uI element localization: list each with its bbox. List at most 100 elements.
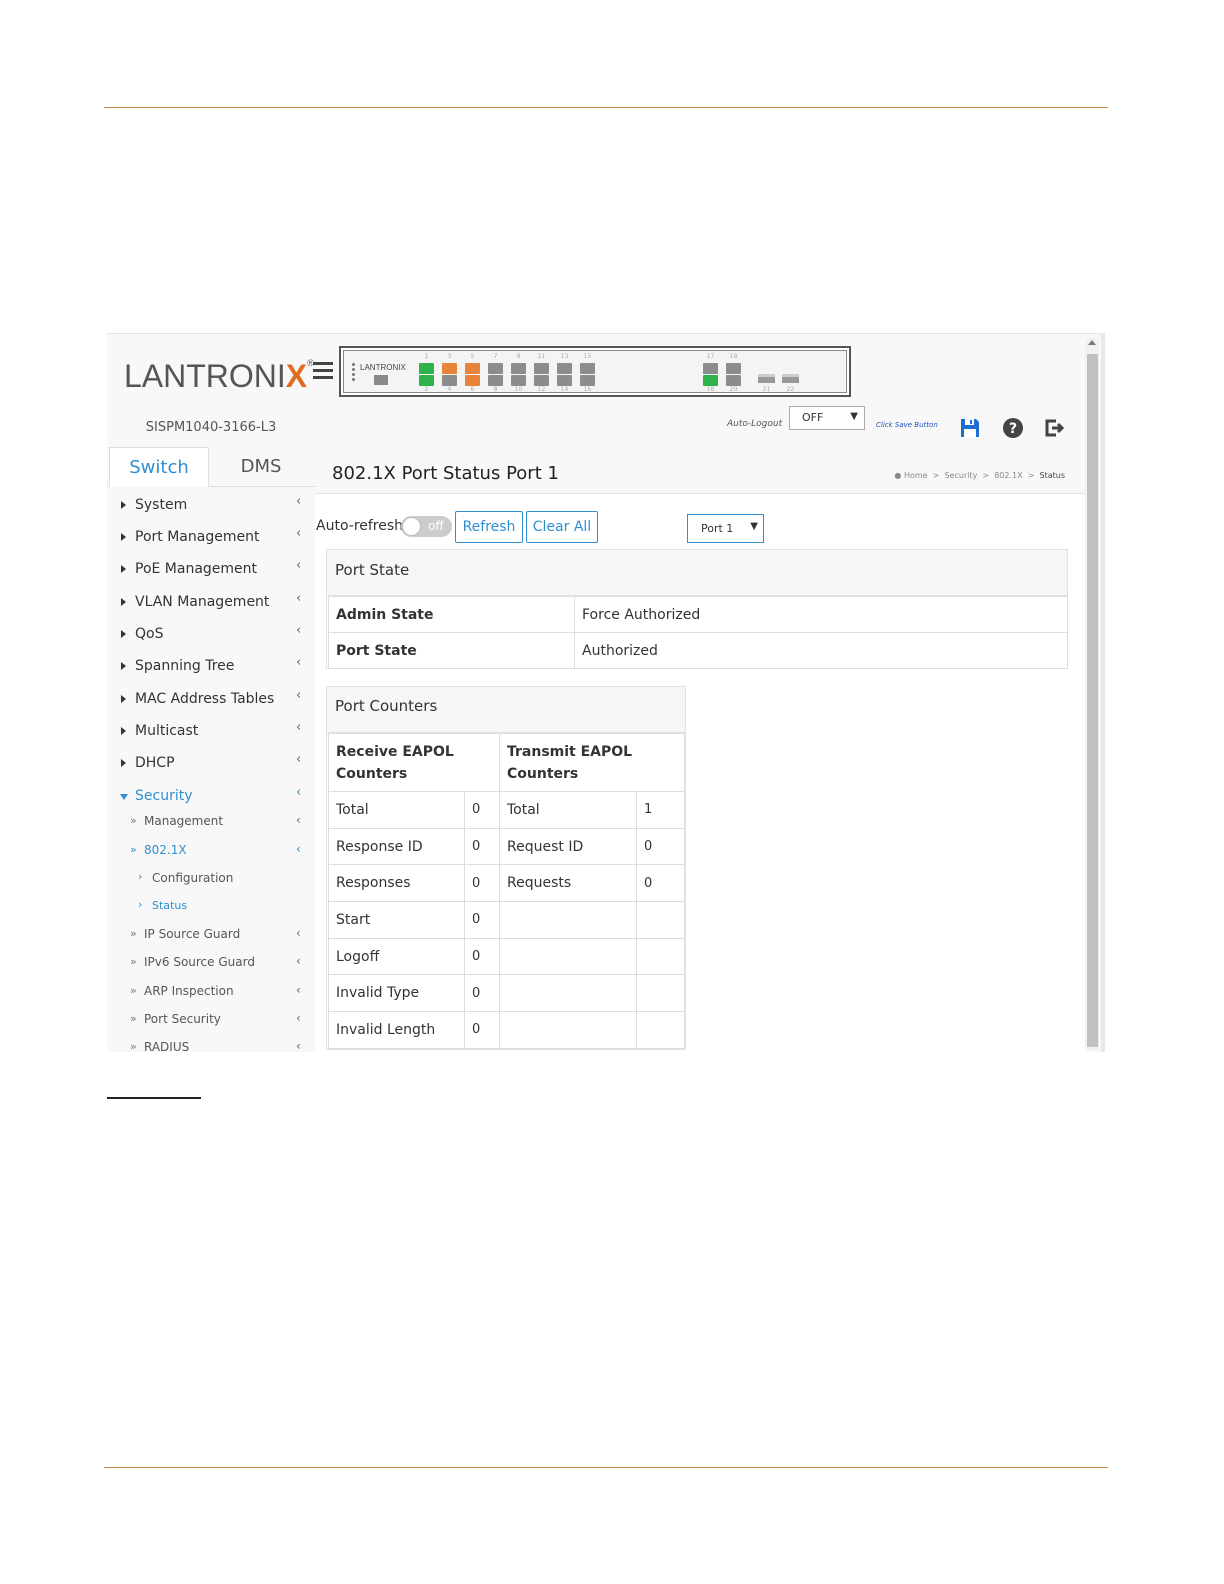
port-led-9[interactable] xyxy=(511,363,526,374)
auto-logout-select[interactable]: OFF ▼ xyxy=(789,406,865,430)
port-counters-heading: Port Counters xyxy=(327,687,685,733)
double-chevron-icon: » xyxy=(130,1040,137,1052)
port-led-6[interactable] xyxy=(465,375,480,386)
breadcrumb-status: Status xyxy=(1039,471,1066,480)
rx-counter-label: Responses xyxy=(328,864,465,903)
breadcrumb-dot1x[interactable]: 802.1X xyxy=(994,471,1022,480)
port-led-8[interactable] xyxy=(488,375,503,386)
toggle-knob xyxy=(402,517,421,536)
save-icon[interactable] xyxy=(958,416,982,440)
double-chevron-icon: » xyxy=(130,955,137,968)
port-led-17[interactable] xyxy=(703,363,718,374)
sidebar-item-802-1x[interactable]: » 802.1X ‹ xyxy=(107,841,312,861)
sidebar-item-port-management[interactable]: Port Management ‹ xyxy=(107,526,312,552)
port-led-3[interactable] xyxy=(442,363,457,374)
port-led-10[interactable] xyxy=(511,375,526,386)
chevron-down-icon: ▼ xyxy=(850,411,858,422)
sidebar-item-ipv6-source-guard[interactable]: » IPv6 Source Guard ‹ xyxy=(107,953,312,973)
port-led-13[interactable] xyxy=(557,363,572,374)
chevron-left-icon: ‹ xyxy=(296,926,301,940)
sidebar-item-vlan-management[interactable]: VLAN Management ‹ xyxy=(107,591,312,617)
logout-icon[interactable] xyxy=(1042,416,1066,440)
table-row: Invalid Type 0 xyxy=(328,974,685,1013)
table-row: Response ID 0 Request ID 0 xyxy=(328,827,685,866)
port-led-7[interactable] xyxy=(488,363,503,374)
tab-dms[interactable]: DMS xyxy=(210,447,312,487)
port-led-4[interactable] xyxy=(442,375,457,386)
port-led-20[interactable] xyxy=(726,375,741,386)
toggle-state: off xyxy=(428,519,444,533)
scroll-up-icon[interactable] xyxy=(1088,340,1096,345)
help-icon[interactable]: ? xyxy=(1001,416,1025,440)
breadcrumb-home[interactable]: Home xyxy=(904,471,928,480)
port-led-11[interactable] xyxy=(534,363,549,374)
console-port-icon xyxy=(374,375,388,385)
port-number-label: 20 xyxy=(729,386,738,393)
rx-counter-label: Start xyxy=(328,901,465,939)
menu-toggle-icon[interactable] xyxy=(313,362,333,380)
panel-logo: LANTRONIX xyxy=(360,363,406,372)
port-number-label: 6 xyxy=(470,386,475,393)
sidebar-item-poe-management[interactable]: PoE Management ‹ xyxy=(107,558,312,584)
chevron-down-icon: ▼ xyxy=(750,521,758,532)
port-counters-panel: Port Counters Receive EAPOL Counters Tra… xyxy=(326,686,686,1050)
tx-counter-value xyxy=(636,974,685,1013)
sidebar-item-qos[interactable]: QoS ‹ xyxy=(107,623,312,649)
chevron-left-icon: ‹ xyxy=(296,1011,301,1025)
sfp-port-21[interactable] xyxy=(758,374,775,383)
sidebar-item-ip-source-guard[interactable]: » IP Source Guard ‹ xyxy=(107,925,312,945)
sidebar-item-multicast[interactable]: Multicast ‹ xyxy=(107,720,312,746)
caret-right-icon xyxy=(121,598,126,606)
transmit-header: Transmit EAPOL Counters xyxy=(499,733,685,792)
chevron-left-icon: ‹ xyxy=(296,591,302,606)
port-number-label: 16 xyxy=(583,386,592,393)
port-led-15[interactable] xyxy=(580,363,595,374)
port-led-2[interactable] xyxy=(419,375,434,386)
rx-counter-label: Response ID xyxy=(328,827,465,866)
port-number-label: 22 xyxy=(786,386,795,393)
svg-text:?: ? xyxy=(1009,421,1017,437)
scrollbar-thumb[interactable] xyxy=(1087,354,1098,1047)
sidebar-item-security[interactable]: Security ‹ xyxy=(107,785,312,811)
rx-counter-label: Logoff xyxy=(328,937,465,976)
panel-dots-icon xyxy=(352,363,355,383)
sidebar-item-configuration[interactable]: › Configuration xyxy=(107,869,312,889)
table-row: Logoff 0 xyxy=(328,937,685,976)
port-led-19[interactable] xyxy=(726,363,741,374)
port-led-16[interactable] xyxy=(580,375,595,386)
sidebar-item-port-security[interactable]: » Port Security ‹ xyxy=(107,1010,312,1030)
port-led-5[interactable] xyxy=(465,363,480,374)
table-row: Invalid Length 0 xyxy=(328,1011,685,1049)
sidebar-item-radius[interactable]: » RADIUS ‹ xyxy=(107,1038,312,1052)
port-number-label: 5 xyxy=(470,353,475,360)
tx-counter-label: Total xyxy=(499,791,637,829)
port-led-14[interactable] xyxy=(557,375,572,386)
port-led-1[interactable] xyxy=(419,363,434,374)
sidebar-item-spanning-tree[interactable]: Spanning Tree ‹ xyxy=(107,655,312,681)
sidebar-item-status[interactable]: › Status xyxy=(107,897,312,917)
sidebar-item-system[interactable]: System ‹ xyxy=(107,494,312,520)
sidebar-item-mac-address-tables[interactable]: MAC Address Tables ‹ xyxy=(107,688,312,714)
port-select[interactable]: Port 1 ▼ xyxy=(687,514,764,543)
port-number-label: 1 xyxy=(424,353,429,360)
rx-counter-value: 0 xyxy=(464,864,500,903)
sidebar-item-dhcp[interactable]: DHCP ‹ xyxy=(107,752,312,778)
clear-all-button[interactable]: Clear All xyxy=(526,511,598,543)
auto-refresh-toggle[interactable]: off xyxy=(401,516,452,537)
chevron-right-icon: › xyxy=(138,870,143,883)
refresh-button[interactable]: Refresh xyxy=(455,511,523,543)
double-chevron-icon: » xyxy=(130,1012,137,1025)
chevron-left-icon: ‹ xyxy=(296,813,301,827)
port-led-12[interactable] xyxy=(534,375,549,386)
breadcrumb: ● Home > Security > 802.1X > Status xyxy=(894,471,1065,480)
tab-switch[interactable]: Switch xyxy=(109,447,209,487)
tx-counter-label xyxy=(499,901,637,939)
port-led-18[interactable] xyxy=(703,375,718,386)
sfp-port-22[interactable] xyxy=(782,374,799,383)
switch-front-panel: LANTRONIX 1 2 3 4 5 6 7 8 9 10 11 12 13 14 15 16 17 18 19 2… xyxy=(339,346,851,397)
breadcrumb-security[interactable]: Security xyxy=(944,471,977,480)
sidebar-item-arp-inspection[interactable]: » ARP Inspection ‹ xyxy=(107,982,312,1002)
double-chevron-icon: » xyxy=(130,984,137,997)
tx-counter-value: 1 xyxy=(636,791,685,829)
sidebar-item-management[interactable]: » Management ‹ xyxy=(107,812,312,832)
